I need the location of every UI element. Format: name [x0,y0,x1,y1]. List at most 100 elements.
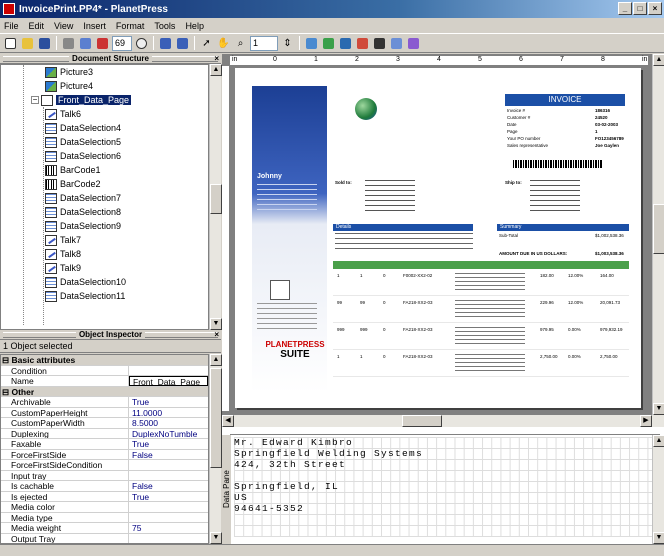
rotate-icon[interactable] [95,36,110,51]
scroll-up-icon[interactable]: ▲ [210,64,222,76]
close-panel-icon[interactable]: × [214,330,219,339]
zoom-icon[interactable] [134,36,149,51]
property-value[interactable]: 8.5000 [129,418,208,428]
new-icon[interactable] [3,36,18,51]
print-preview-icon[interactable] [78,36,93,51]
data-line[interactable]: 424, 32th Street [234,459,346,470]
print-icon[interactable] [61,36,76,51]
menu-tools[interactable]: Tools [154,21,175,31]
property-value[interactable] [129,502,208,512]
scroll-thumb[interactable] [210,368,222,468]
data-line[interactable]: Mr. Edward Kimbro [234,437,353,448]
tree-item[interactable]: DataSelection8 [45,205,121,219]
page-spinner-icon[interactable]: ⇕ [280,36,295,51]
property-row[interactable]: Is ejected True [1,491,208,502]
save-icon[interactable] [37,36,52,51]
barcode-tool-icon[interactable] [372,36,387,51]
tree-item[interactable]: Talk9 [45,261,81,275]
tree-item[interactable]: DataSelection4 [45,121,121,135]
text-tool-icon[interactable] [304,36,319,51]
canvas-hscrollbar[interactable]: ◀ ▶ [222,415,664,427]
data-line[interactable]: 94641-5352 [234,503,304,514]
property-row[interactable]: Output Tray [1,533,208,544]
table-tool-icon[interactable] [389,36,404,51]
menu-format[interactable]: Format [116,21,145,31]
collapse-icon[interactable]: − [31,96,39,104]
tree-scrollbar[interactable]: ▲ ▼ [209,64,222,330]
tree-item[interactable]: DataSelection6 [45,149,121,163]
property-row[interactable]: Media type [1,512,208,523]
hand-icon[interactable]: ✋ [216,36,231,51]
scroll-right-icon[interactable]: ▶ [640,415,652,427]
chart-tool-icon[interactable] [355,36,370,51]
property-row[interactable]: Archivable True [1,397,208,408]
menu-insert[interactable]: Insert [83,21,106,31]
property-value[interactable] [129,471,208,481]
scroll-down-icon[interactable]: ▼ [210,532,222,544]
property-value[interactable]: False [129,450,208,460]
property-value[interactable]: False [129,481,208,491]
scroll-thumb[interactable] [210,184,222,214]
data-line[interactable]: Springfield Welding Systems [234,448,423,459]
tree-item[interactable]: DataSelection7 [45,191,121,205]
invoice-page[interactable]: Johnny PLANETPRESS SUITE INVOICE Invoice… [235,68,641,408]
menu-view[interactable]: View [54,21,73,31]
menu-edit[interactable]: Edit [29,21,45,31]
property-value[interactable] [129,513,208,523]
scroll-up-icon[interactable]: ▲ [210,354,222,366]
page-icon[interactable] [158,36,173,51]
minimize-button[interactable]: _ [618,2,632,15]
property-category[interactable]: ⊟ Other [1,386,208,397]
tree-item[interactable]: DataSelection5 [45,135,121,149]
property-value[interactable]: True [129,439,208,449]
property-row[interactable]: Input tray [1,470,208,481]
scroll-down-icon[interactable]: ▼ [653,403,664,415]
inspector-scrollbar[interactable]: ▲ ▼ [209,354,222,544]
menu-file[interactable]: File [4,21,19,31]
property-row[interactable]: Name Front_Data_Page [1,376,208,387]
tree-item[interactable]: BarCode1 [45,163,101,177]
tree-item-selected[interactable]: − Front_Data_Page [31,93,132,107]
scroll-up-icon[interactable]: ▲ [653,435,664,447]
canvas-vscrollbar[interactable]: ▲ ▼ [652,54,664,415]
tree-item[interactable]: DataSelection9 [45,219,121,233]
property-row[interactable]: CustomPaperWidth 8.5000 [1,418,208,429]
draw-tool-icon[interactable] [406,36,421,51]
menu-help[interactable]: Help [185,21,204,31]
scroll-left-icon[interactable]: ◀ [222,415,234,427]
image-tool-icon[interactable] [338,36,353,51]
tree-item[interactable]: Talk7 [45,233,81,247]
open-icon[interactable] [20,36,35,51]
scroll-thumb[interactable] [653,204,664,254]
property-category[interactable]: ⊟ Basic attributes [1,355,208,366]
property-value[interactable] [129,366,208,376]
close-panel-icon[interactable]: × [214,54,219,63]
property-value[interactable]: 11.0000 [129,408,208,418]
data-pane-scrollbar[interactable]: ▲ ▼ [652,435,664,544]
design-canvas[interactable]: in 0 1 2 3 4 5 6 7 8 in Johnny PLANETPRESS SUITE I… [222,54,664,427]
data-selection-tool-icon[interactable] [321,36,336,51]
zoom-in-icon[interactable]: ⌕ [233,36,248,51]
property-row[interactable]: Media weight 75 [1,523,208,534]
page-number-field[interactable]: 1 [250,35,278,51]
zoom-field[interactable]: 69 [112,35,132,51]
data-pane[interactable]: Data Pane Mr. Edward Kimbro Springfield … [222,427,664,544]
property-value[interactable] [129,460,208,470]
data-line[interactable]: Springfield, IL [234,481,339,492]
property-row[interactable]: ForceFirstSide False [1,449,208,460]
property-value[interactable] [129,534,208,544]
property-row[interactable]: Condition [1,365,208,376]
tree-item[interactable]: DataSelection10 [45,275,126,289]
scroll-down-icon[interactable]: ▼ [653,532,664,544]
property-value[interactable]: DuplexNoTumble [129,429,208,439]
data-line[interactable]: US [234,492,248,503]
property-row[interactable]: Media color [1,502,208,513]
property-value[interactable]: True [129,492,208,502]
property-row[interactable]: Faxable True [1,439,208,450]
property-row[interactable]: Is cachable False [1,481,208,492]
close-button[interactable]: × [648,2,662,15]
tree-item[interactable]: Picture4 [45,79,93,93]
property-row[interactable]: CustomPaperHeight 11.0000 [1,407,208,418]
property-row[interactable]: Duplexing DuplexNoTumble [1,428,208,439]
scroll-up-icon[interactable]: ▲ [653,54,664,66]
